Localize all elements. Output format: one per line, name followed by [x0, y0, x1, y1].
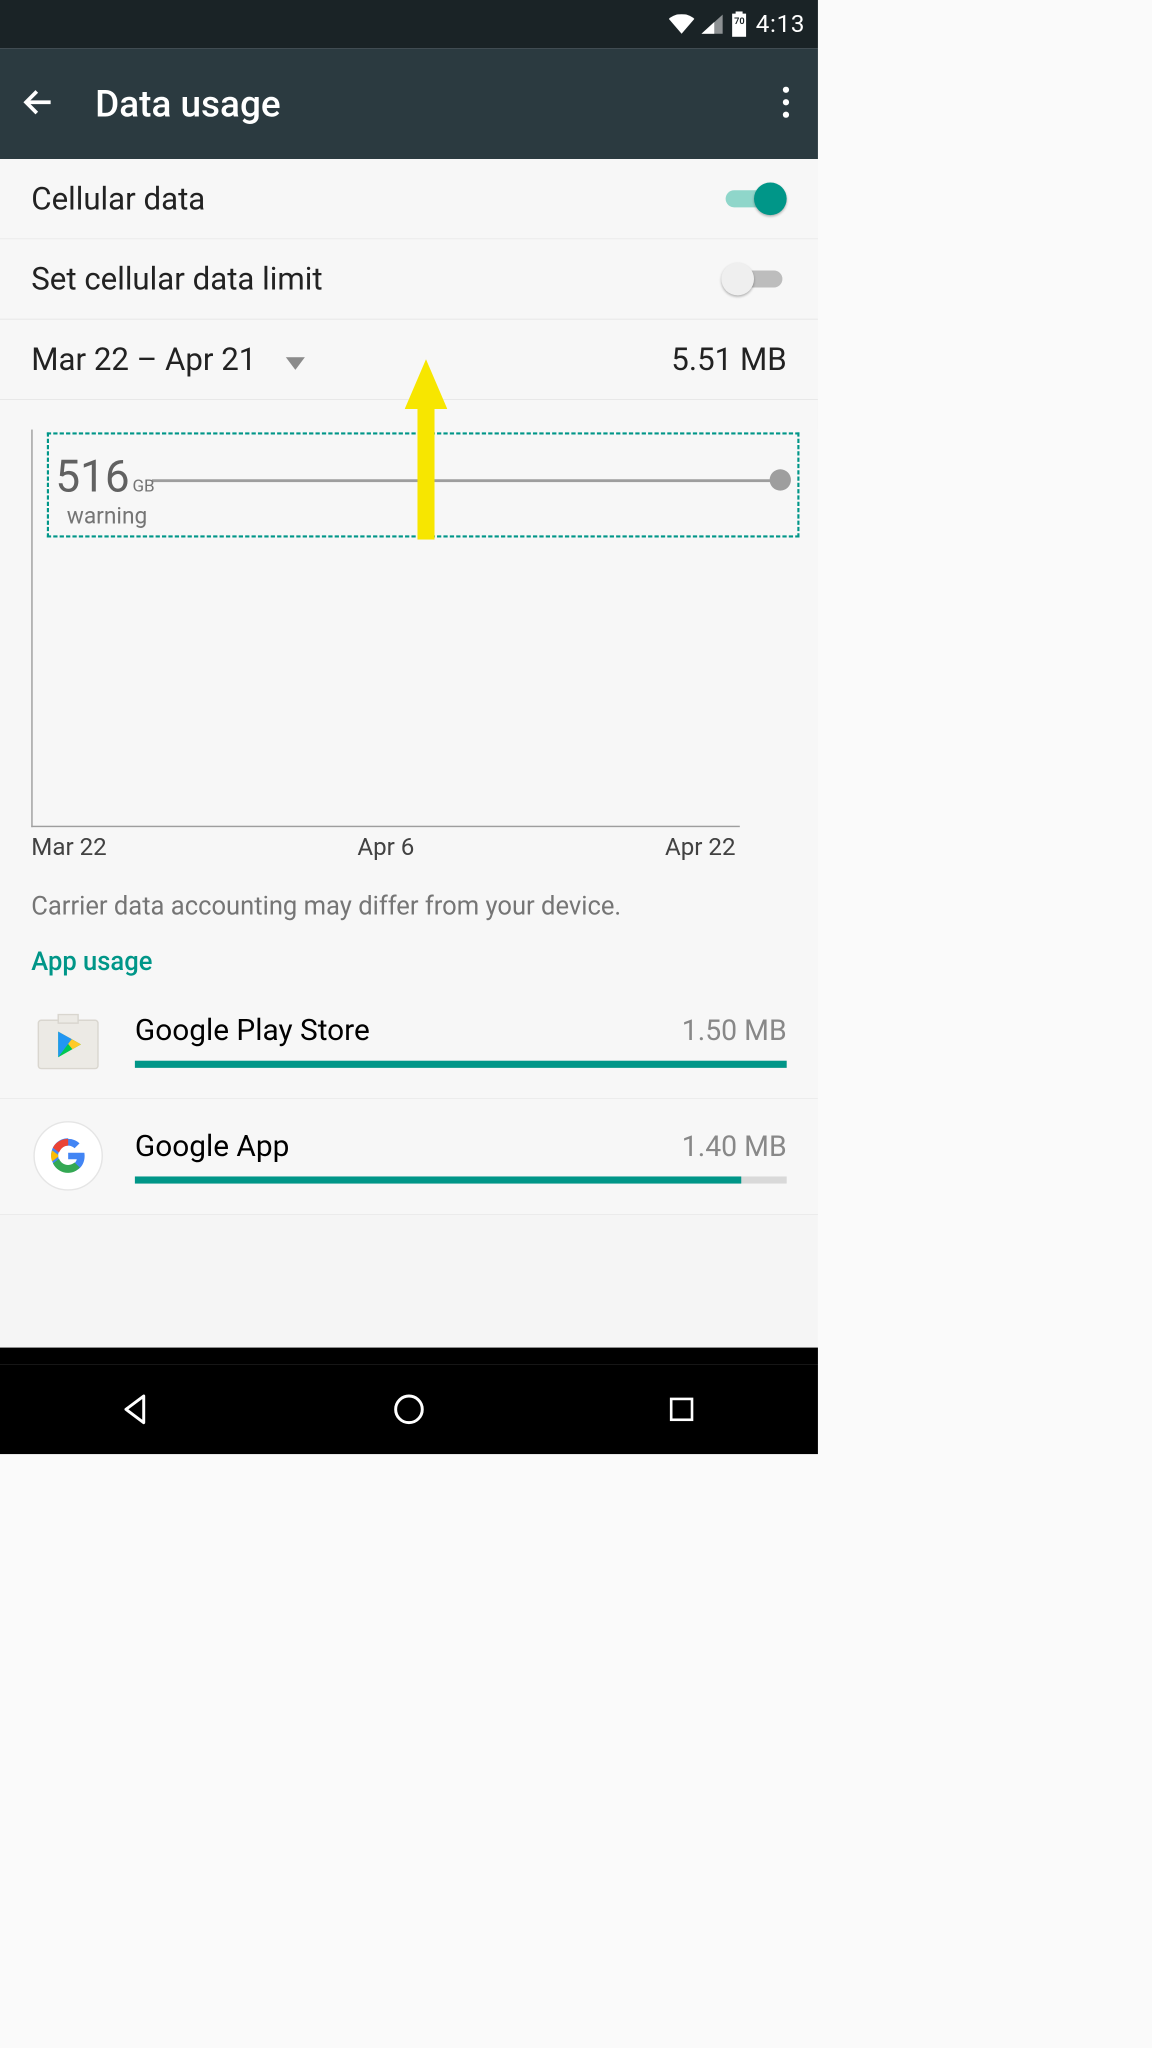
- back-icon[interactable]: [20, 84, 57, 124]
- app-usage-item[interactable]: Google Play Store 1.50 MB: [0, 983, 818, 1099]
- chart-x-label: Mar 22: [31, 833, 107, 861]
- cell-signal-icon: [702, 14, 723, 34]
- nav-back-icon[interactable]: [114, 1387, 159, 1432]
- wifi-icon: [669, 14, 695, 34]
- set-data-limit-row[interactable]: Set cellular data limit: [0, 239, 818, 319]
- app-usage-amount: 1.40 MB: [682, 1129, 787, 1162]
- cellular-data-row[interactable]: Cellular data: [0, 159, 818, 239]
- warning-threshold-line[interactable]: [152, 479, 774, 482]
- warning-threshold-handle[interactable]: [770, 469, 791, 490]
- battery-percent: 70: [730, 16, 748, 27]
- page-title: Data usage: [95, 82, 281, 125]
- app-name: Google Play Store: [135, 1013, 370, 1048]
- chart-x-axis: [31, 826, 740, 827]
- warning-threshold-value: 516 GB: [55, 451, 154, 503]
- chart-highlight-box: [47, 432, 800, 537]
- usage-progress-bar: [135, 1060, 787, 1067]
- app-bar: Data usage: [0, 48, 818, 159]
- play-store-icon: [31, 1003, 105, 1077]
- nav-home-icon[interactable]: [386, 1387, 431, 1432]
- usage-progress-bar: [135, 1176, 787, 1183]
- overflow-menu-icon[interactable]: [774, 78, 798, 129]
- google-app-icon: [31, 1119, 105, 1193]
- app-usage-item[interactable]: Google App 1.40 MB: [0, 1099, 818, 1215]
- status-bar: 70 4:13: [0, 0, 818, 48]
- battery-icon: 70: [730, 11, 748, 37]
- chart-x-label: Apr 6: [357, 833, 414, 861]
- carrier-disclaimer: Carrier data accounting may differ from …: [0, 868, 818, 932]
- status-clock: 4:13: [756, 10, 805, 38]
- set-data-limit-label: Set cellular data limit: [31, 261, 322, 298]
- chart-y-axis: [31, 430, 32, 828]
- billing-cycle-range: Mar 22 – Apr 21: [31, 341, 256, 378]
- app-name: Google App: [135, 1129, 289, 1164]
- chart-x-label: Apr 22: [665, 833, 736, 861]
- cellular-data-toggle[interactable]: [721, 180, 786, 217]
- dropdown-caret-icon: [285, 341, 306, 378]
- warning-threshold-label: warning: [67, 502, 148, 529]
- usage-chart: 516 GB warning Mar 22 Apr 6 Apr 22: [0, 430, 818, 869]
- billing-cycle-row[interactable]: Mar 22 – Apr 21 5.51 MB: [0, 320, 818, 400]
- app-usage-title: App usage: [0, 932, 818, 983]
- app-usage-amount: 1.50 MB: [682, 1014, 787, 1047]
- nav-recents-icon[interactable]: [659, 1387, 704, 1432]
- total-usage-value: 5.51 MB: [671, 341, 786, 378]
- chart-x-labels: Mar 22 Apr 6 Apr 22: [31, 833, 786, 861]
- set-data-limit-toggle[interactable]: [721, 261, 786, 298]
- navigation-bar: [0, 1365, 818, 1454]
- cellular-data-label: Cellular data: [31, 180, 205, 217]
